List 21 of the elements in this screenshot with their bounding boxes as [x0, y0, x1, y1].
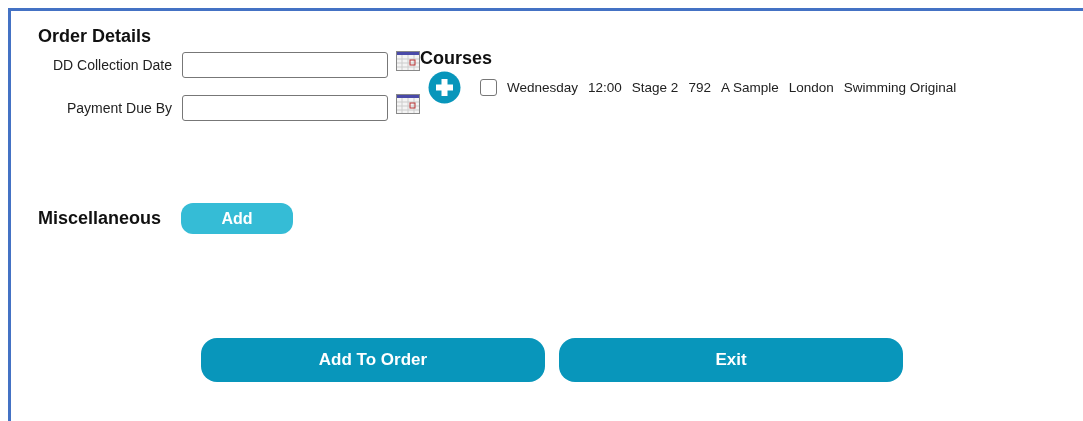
field-label: DD Collection Date — [51, 57, 173, 73]
section-title: Courses — [420, 48, 494, 69]
checkbox[interactable] — [480, 79, 497, 96]
course-detail: Stage 2 — [631, 80, 679, 95]
add-button[interactable]: Add — [181, 203, 294, 234]
course-detail: A Sample — [720, 80, 779, 95]
calendar-icon[interactable] — [396, 94, 420, 114]
course-detail: 12:00 — [588, 80, 622, 95]
add-icon[interactable] — [428, 71, 461, 104]
section-title: Miscellaneous — [38, 208, 162, 229]
course-detail: 792 — [688, 80, 711, 95]
course-detail: London — [788, 80, 834, 95]
date-field[interactable] — [182, 52, 388, 78]
action-button[interactable]: Exit — [559, 338, 903, 382]
field-label: Payment Due By — [65, 100, 173, 116]
action-button[interactable]: Add To Order — [201, 338, 545, 382]
date-field[interactable] — [182, 95, 388, 121]
section-title: Order Details — [38, 26, 153, 47]
course-detail: Wednesday — [507, 80, 579, 95]
calendar-icon[interactable] — [396, 51, 420, 71]
course-detail: Swimming Original — [843, 80, 957, 95]
